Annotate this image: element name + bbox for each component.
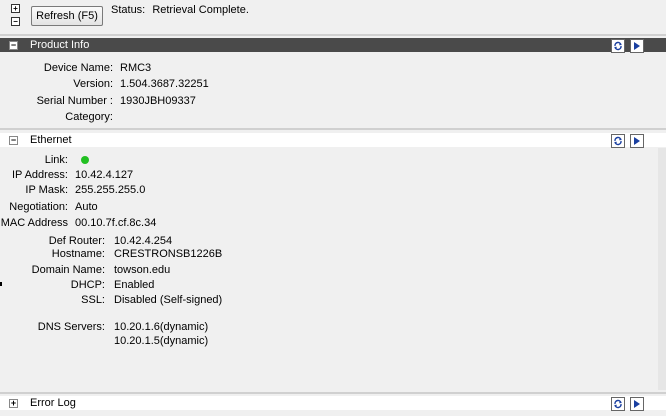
ip-address-label: IP Address: — [11, 169, 68, 181]
ip-mask-value: 255.255.255.0 — [75, 184, 146, 196]
ip-address-value: 10.42.4.127 — [75, 169, 134, 181]
refresh-icon[interactable] — [611, 397, 625, 411]
divider — [0, 128, 666, 130]
dhcp-row: DHCP: Enabled — [0, 278, 300, 292]
dns-servers-row-2: 10.20.1.5(dynamic) — [0, 334, 300, 348]
dhcp-value: Enabled — [114, 279, 155, 291]
collapse-icon[interactable]: − — [9, 41, 18, 50]
product-info-header[interactable]: − Product Info — [0, 38, 666, 53]
negotiation-label: Negotiation: — [9, 201, 68, 213]
scrollbar[interactable] — [658, 148, 666, 390]
ip-address-row: IP Address: 10.42.4.127 — [0, 168, 300, 182]
dns-servers-label: DNS Servers: — [37, 321, 105, 333]
mac-address-label: MAC Address — [0, 217, 68, 229]
divider — [0, 392, 666, 394]
status-label: Status: — [111, 4, 146, 16]
status-value: Retrieval Complete. — [152, 4, 249, 16]
dns-servers-row: DNS Servers: 10.20.1.6(dynamic) — [0, 320, 300, 334]
divider — [0, 34, 666, 36]
ethernet-title: Ethernet — [30, 134, 72, 146]
ssl-label: SSL: — [81, 294, 105, 306]
dhcp-label: DHCP: — [70, 279, 105, 291]
serial-number-label: Serial Number : — [36, 95, 113, 107]
serial-number-value: 1930JBH09337 — [120, 95, 196, 107]
version-label: Version: — [73, 78, 113, 90]
version-value: 1.504.3687.32251 — [120, 78, 209, 90]
error-log-title: Error Log — [30, 397, 76, 409]
version-row: Version: 1.504.3687.32251 — [0, 77, 400, 91]
domain-name-label: Domain Name: — [31, 264, 105, 276]
play-arrow-icon[interactable] — [630, 39, 644, 53]
refresh-icon[interactable] — [611, 39, 625, 53]
edge-marker — [0, 282, 2, 286]
device-name-value: RMC3 — [120, 62, 152, 74]
ethernet-header[interactable]: − Ethernet — [0, 133, 666, 148]
toolbar: + − Refresh (F5) Status: Retrieval Compl… — [0, 0, 666, 34]
collapse-icon[interactable]: − — [9, 136, 18, 145]
expand-icon[interactable]: + — [9, 399, 18, 408]
def-router-label: Def Router: — [48, 235, 105, 247]
dns-server-value: 10.20.1.5(dynamic) — [114, 335, 209, 347]
mac-address-value: 00.10.7f.cf.8c.34 — [75, 217, 157, 229]
link-label: Link: — [44, 154, 68, 166]
product-info-title: Product Info — [30, 39, 90, 51]
expand-all-icon[interactable]: + — [11, 4, 20, 13]
serial-number-row: Serial Number : 1930JBH09337 — [0, 94, 400, 108]
def-router-value: 10.42.4.254 — [114, 235, 173, 247]
ip-mask-label: IP Mask: — [25, 184, 68, 196]
def-router-row: Def Router: 10.42.4.254 — [0, 234, 300, 248]
play-arrow-icon[interactable] — [630, 397, 644, 411]
error-log-header[interactable]: + Error Log — [0, 396, 666, 411]
domain-name-row: Domain Name: towson.edu — [0, 263, 300, 277]
refresh-button[interactable]: Refresh (F5) — [31, 6, 103, 26]
refresh-icon[interactable] — [611, 134, 625, 148]
ethernet-panel: Link: IP Address: 10.42.4.127 IP Mask: 2… — [0, 148, 658, 390]
mac-address-row: MAC Address 00.10.7f.cf.8c.34 — [0, 216, 300, 230]
link-status-icon — [81, 156, 89, 164]
dns-server-value: 10.20.1.6(dynamic) — [114, 321, 209, 333]
link-row: Link: — [0, 153, 200, 167]
hostname-value: CRESTRONSB1226B — [114, 248, 223, 260]
negotiation-value: Auto — [75, 201, 98, 213]
status-area: Status: Retrieval Complete. — [111, 4, 253, 16]
ssl-value: Disabled (Self-signed) — [114, 294, 223, 306]
ssl-row: SSL: Disabled (Self-signed) — [0, 293, 300, 307]
category-row: Category: — [0, 110, 400, 124]
ip-mask-row: IP Mask: 255.255.255.0 — [0, 183, 300, 197]
hostname-label: Hostname: — [51, 248, 105, 260]
product-info-panel: Device Name: RMC3 Version: 1.504.3687.32… — [0, 53, 658, 128]
category-label: Category: — [65, 111, 113, 123]
hostname-row: Hostname: CRESTRONSB1226B — [0, 247, 300, 261]
domain-name-value: towson.edu — [114, 264, 171, 276]
play-arrow-icon[interactable] — [630, 134, 644, 148]
device-name-label: Device Name: — [43, 62, 113, 74]
collapse-all-icon[interactable]: − — [11, 17, 20, 26]
negotiation-row: Negotiation: Auto — [0, 200, 300, 214]
device-name-row: Device Name: RMC3 — [0, 61, 400, 75]
